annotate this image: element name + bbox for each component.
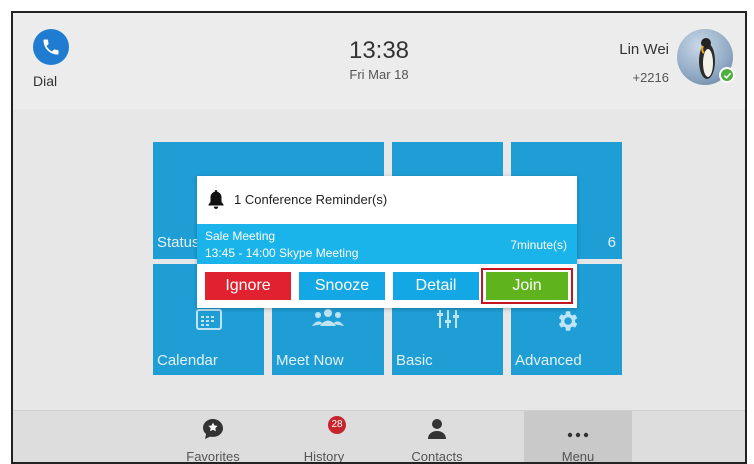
snooze-button[interactable]: Snooze: [299, 272, 385, 300]
join-button-highlight: Join: [481, 268, 573, 304]
dialog-title: 1 Conference Reminder(s): [234, 192, 388, 207]
account-info[interactable]: Lin Wei +2216: [619, 41, 669, 85]
nav-contacts-label: Contacts: [411, 449, 463, 464]
tile-basic-label: Basic: [396, 352, 433, 369]
nav-history-label: History: [303, 449, 345, 464]
person-icon: [426, 418, 448, 445]
tile-status-label: Status: [157, 234, 200, 251]
tile-advanced-label: Advanced: [515, 352, 582, 369]
more-dots-icon: [567, 425, 589, 443]
nav-menu[interactable]: Menu: [524, 411, 632, 464]
avatar[interactable]: [677, 29, 735, 85]
meeting-name: Sale Meeting: [205, 229, 276, 243]
tile-count-label: 6: [607, 234, 616, 251]
join-button[interactable]: Join: [486, 272, 568, 300]
nav-favorites[interactable]: Favorites: [159, 411, 267, 464]
history-missed-badge: 28: [328, 416, 346, 434]
calendar-icon: [195, 308, 222, 335]
conference-reminder-dialog: 1 Conference Reminder(s) Sale Meeting 13…: [197, 176, 577, 308]
gear-icon: [554, 308, 580, 339]
dialog-buttons: Ignore Snooze Detail Join: [197, 264, 577, 308]
meeting-time: 13:45 - 14:00 Skype Meeting: [205, 246, 359, 260]
tile-meet-now-label: Meet Now: [276, 352, 344, 369]
presence-available-icon: [719, 67, 735, 83]
star-bubble-icon: [202, 418, 224, 445]
nav-menu-label: Menu: [561, 449, 595, 464]
sliders-icon: [436, 308, 460, 335]
meeting-time-left: 7minute(s): [510, 238, 567, 252]
nav-favorites-label: Favorites: [186, 449, 240, 464]
tile-calendar-label: Calendar: [157, 352, 218, 369]
detail-button[interactable]: Detail: [393, 272, 479, 300]
account-name: Lin Wei: [619, 41, 669, 58]
nav-contacts[interactable]: Contacts: [383, 411, 491, 464]
bottom-nav: Favorites 28 History Contacts Menu: [13, 410, 745, 462]
account-extension: +2216: [632, 70, 669, 85]
meeting-info-row[interactable]: Sale Meeting 13:45 - 14:00 Skype Meeting…: [197, 224, 577, 264]
bell-icon: [207, 190, 225, 215]
nav-history[interactable]: 28 History: [270, 411, 378, 464]
people-icon: [311, 308, 345, 333]
ignore-button[interactable]: Ignore: [205, 272, 291, 300]
phone-screen: Dial 13:38 Fri Mar 18 Lin Wei +2216 Stat…: [11, 11, 747, 464]
dialog-header: 1 Conference Reminder(s): [197, 176, 577, 224]
status-header: Dial 13:38 Fri Mar 18 Lin Wei +2216: [13, 13, 745, 109]
